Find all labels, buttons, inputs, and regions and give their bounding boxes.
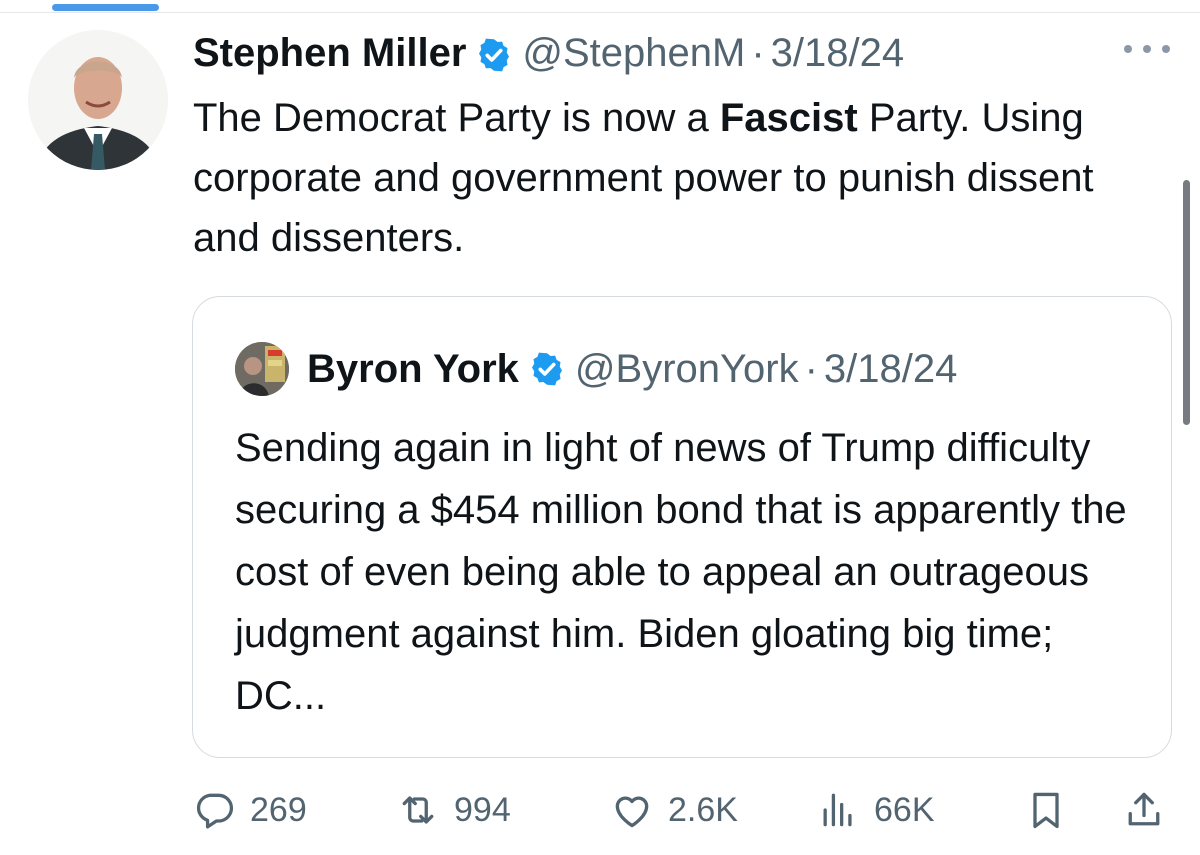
quoted-author-name[interactable]: Byron York bbox=[307, 347, 519, 392]
quoted-tweet-card[interactable]: Byron York @ByronYork · 3/18/24 Sending … bbox=[192, 296, 1172, 758]
separator-dot: · bbox=[751, 31, 765, 75]
views-button[interactable]: 66K bbox=[816, 780, 935, 840]
reply-icon bbox=[196, 793, 234, 829]
share-button[interactable] bbox=[1122, 780, 1166, 840]
scrollbar[interactable] bbox=[1183, 180, 1190, 425]
separator-dot: · bbox=[804, 346, 818, 391]
share-icon bbox=[1128, 792, 1160, 826]
author-name[interactable]: Stephen Miller bbox=[193, 28, 466, 78]
bookmark-icon bbox=[1033, 792, 1059, 829]
verified-badge-icon bbox=[476, 35, 512, 72]
tweet-text-bold: Fascist bbox=[719, 96, 858, 140]
views-count: 66K bbox=[874, 790, 935, 829]
author-handle[interactable]: @StephenM bbox=[522, 28, 745, 78]
quoted-tweet-header: Byron York @ByronYork · 3/18/24 bbox=[235, 341, 957, 397]
views-icon bbox=[823, 793, 852, 827]
top-divider bbox=[0, 12, 1200, 13]
quoted-author-avatar[interactable] bbox=[235, 342, 289, 396]
like-icon bbox=[615, 796, 649, 828]
tweet-text-start: The Democrat Party is now a bbox=[193, 96, 720, 140]
reply-count: 269 bbox=[250, 790, 307, 829]
like-button[interactable]: 2.6K bbox=[610, 780, 738, 840]
quoted-tweet-text: Sending again in light of news of Trump … bbox=[235, 426, 1127, 718]
author-avatar[interactable] bbox=[28, 30, 168, 170]
like-count: 2.6K bbox=[668, 790, 738, 829]
reply-button[interactable]: 269 bbox=[192, 780, 307, 840]
quoted-tweet-date[interactable]: 3/18/24 bbox=[824, 347, 957, 392]
tweet-date[interactable]: 3/18/24 bbox=[771, 28, 904, 78]
tweet-actions-bar: 269 994 2.6K 66K bbox=[192, 780, 1172, 840]
more-options-icon[interactable] bbox=[1124, 34, 1170, 64]
repost-count: 994 bbox=[454, 790, 511, 829]
quoted-author-avatar-image bbox=[235, 342, 289, 396]
quoted-author-handle[interactable]: @ByronYork bbox=[575, 347, 799, 392]
bookmark-button[interactable] bbox=[1024, 780, 1068, 840]
repost-button[interactable]: 994 bbox=[396, 780, 511, 840]
tweet-text: The Democrat Party is now a Fascist Part… bbox=[193, 88, 1133, 268]
tweet-header: Stephen Miller @StephenM · 3/18/24 bbox=[193, 28, 904, 78]
verified-badge-icon bbox=[529, 351, 565, 387]
active-tab-indicator bbox=[52, 4, 159, 11]
repost-icon bbox=[402, 796, 434, 824]
author-avatar-image bbox=[28, 30, 168, 170]
